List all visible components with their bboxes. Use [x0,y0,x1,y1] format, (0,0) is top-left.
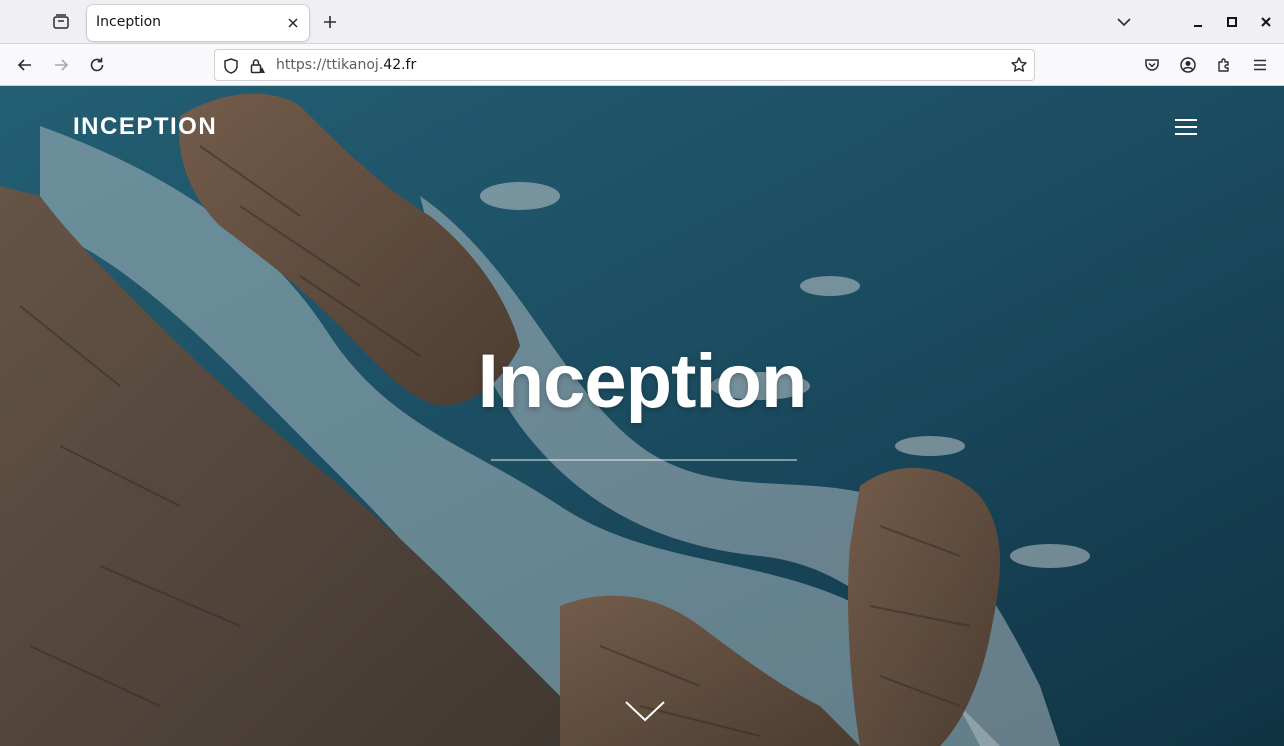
back-button[interactable] [9,49,41,81]
lock-icon[interactable] [248,57,266,75]
chevron-down-icon [625,701,665,722]
app-menu-button[interactable] [1244,49,1276,81]
shield-icon[interactable] [222,57,240,75]
forward-button[interactable] [45,49,77,81]
chevron-down-icon [1117,18,1131,27]
forward-arrow-icon [55,59,69,71]
hero-title: Inception [477,339,808,424]
url-text[interactable]: https://ttikanoj.42.fr [276,57,416,73]
close-tab-button[interactable] [283,13,303,33]
url-bar[interactable]: https://ttikanoj.42.fr [214,49,1035,81]
hamburger-menu-icon [1254,59,1266,71]
tab-overview-button[interactable] [45,6,77,38]
list-all-tabs-button[interactable] [1108,6,1140,38]
account-button[interactable] [1172,49,1204,81]
reload-button[interactable] [81,49,113,81]
scroll-down-button[interactable] [624,698,666,724]
reload-icon [90,57,104,72]
tab-inception[interactable]: Inception [87,5,309,41]
maximize-icon [1227,17,1237,27]
star-icon[interactable] [1010,56,1028,74]
puzzle-icon [1218,58,1229,72]
url-prefix: https://ttikanoj. [276,57,384,73]
tab-overview-icon [53,14,69,29]
close-window-icon [1261,17,1271,27]
site-menu-button[interactable] [1172,116,1200,138]
minimize-button[interactable] [1182,6,1214,38]
url-domain: 42.fr [383,57,417,73]
new-tab-button[interactable] [314,6,346,38]
account-icon [1180,57,1196,73]
tab-title: Inception [96,14,162,30]
back-arrow-icon [17,59,31,71]
site-logo[interactable]: INCEPTION [73,113,217,141]
minimize-icon [1194,25,1202,27]
navigation-toolbar: https://ttikanoj.42.fr [0,44,1284,86]
pocket-button[interactable] [1136,49,1168,81]
tab-strip: Inception [0,0,1284,44]
hero-divider [491,459,797,461]
hamburger-menu-icon [1175,119,1197,135]
pocket-icon [1145,59,1159,71]
plus-icon [324,16,336,28]
extensions-button[interactable] [1208,49,1240,81]
close-icon [288,18,298,28]
page-viewport: INCEPTION Inception [0,86,1284,746]
maximize-button[interactable] [1216,6,1248,38]
close-window-button[interactable] [1250,6,1282,38]
